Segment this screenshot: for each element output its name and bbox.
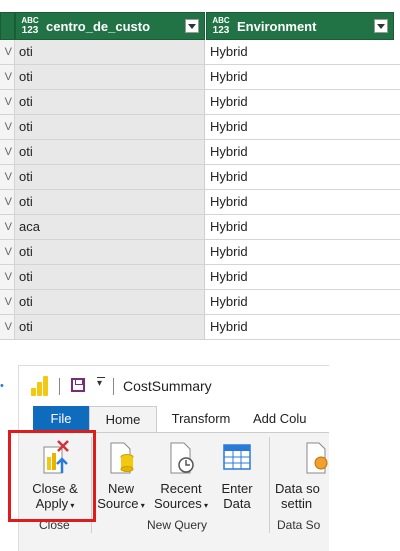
tab-transform[interactable]: Transform [161, 406, 241, 432]
power-query-ribbon: ▾ CostSummary File Home Transform Add Co… [18, 365, 329, 551]
row-marker: V [0, 90, 15, 114]
gear-icon [306, 442, 328, 474]
table-row[interactable]: Voti Hybrid [0, 90, 400, 115]
column-header-environment[interactable]: ABC 123 Environment [206, 12, 394, 40]
tab-add-column[interactable]: Add Colu [253, 406, 329, 432]
cell-environment[interactable]: Hybrid [206, 90, 394, 114]
cell-environment[interactable]: Hybrid [206, 290, 394, 314]
cell-centro-de-custo[interactable]: oti [15, 65, 205, 89]
row-marker: V [0, 140, 15, 164]
group-divider [91, 437, 92, 533]
row-marker: V [0, 65, 15, 89]
row-marker: V [0, 115, 15, 139]
power-bi-logo-icon [31, 376, 49, 396]
cell-centro-de-custo[interactable]: oti [15, 40, 205, 64]
column-name: Environment [237, 18, 317, 34]
cell-environment[interactable]: Hybrid [206, 40, 394, 64]
table-row[interactable]: Voti Hybrid [0, 290, 400, 315]
column-header-centro-de-custo[interactable]: ABC 123 centro_de_custo [15, 12, 205, 40]
new-source-button[interactable]: New Source ▾ [95, 439, 147, 513]
table-row[interactable]: Voti Hybrid [0, 240, 400, 265]
cell-centro-de-custo[interactable]: aca [15, 215, 205, 239]
close-apply-button[interactable]: Close & Apply ▾ [25, 439, 85, 513]
table-row[interactable]: Voti Hybrid [0, 115, 400, 140]
ribbon-tabs: File Home Transform Add Colu [19, 406, 329, 432]
row-marker: V [0, 215, 15, 239]
group-label-data-sources: Data So [277, 518, 321, 532]
cell-centro-de-custo[interactable]: oti [15, 290, 205, 314]
cell-environment[interactable]: Hybrid [206, 215, 394, 239]
table-row[interactable]: Vaca Hybrid [0, 215, 400, 240]
cell-environment[interactable]: Hybrid [206, 115, 394, 139]
table-icon [223, 444, 251, 470]
table-row[interactable]: Voti Hybrid [0, 315, 400, 340]
cell-environment[interactable]: Hybrid [206, 65, 394, 89]
group-label-close: Close [39, 518, 70, 532]
row-marker: V [0, 190, 15, 214]
cell-environment[interactable]: Hybrid [206, 165, 394, 189]
new-source-icon [110, 442, 134, 474]
row-number-header [0, 12, 15, 40]
cell-centro-de-custo[interactable]: oti [15, 140, 205, 164]
group-label-new-query: New Query [147, 518, 208, 532]
data-source-settings-button[interactable]: Data so settin [275, 439, 329, 511]
ribbon-home-band: Close & Apply ▾ Close New Source ▾ Recen… [19, 432, 329, 551]
cell-centro-de-custo[interactable]: oti [15, 115, 205, 139]
table-row[interactable]: Voti Hybrid [0, 40, 400, 65]
window-title: CostSummary [123, 378, 212, 394]
cell-centro-de-custo[interactable]: oti [15, 315, 205, 339]
recent-sources-button[interactable]: Recent Sources ▾ [151, 439, 211, 513]
cell-centro-de-custo[interactable]: oti [15, 190, 205, 214]
table-row[interactable]: Voti Hybrid [0, 165, 400, 190]
text-type-icon[interactable]: ABC 123 [19, 15, 41, 37]
cell-environment[interactable]: Hybrid [206, 240, 394, 264]
grid-rows: Voti Hybrid Voti Hybrid Voti Hybrid Voti Hybrid… [0, 40, 400, 340]
filter-dropdown-icon[interactable] [374, 19, 388, 33]
enter-data-button[interactable]: Enter Data [215, 439, 259, 511]
text-type-icon[interactable]: ABC 123 [210, 15, 232, 37]
cell-centro-de-custo[interactable]: oti [15, 240, 205, 264]
grid-fade [0, 340, 400, 352]
row-marker: V [0, 315, 15, 339]
tab-home[interactable]: Home [89, 406, 157, 432]
cell-environment[interactable]: Hybrid [206, 140, 394, 164]
table-row[interactable]: Voti Hybrid [0, 140, 400, 165]
save-icon[interactable] [71, 378, 85, 392]
cell-environment[interactable]: Hybrid [206, 265, 394, 289]
cell-centro-de-custo[interactable]: oti [15, 165, 205, 189]
filter-dropdown-icon[interactable] [185, 19, 199, 33]
close-apply-icon [43, 440, 69, 474]
title-bar: ▾ CostSummary [19, 366, 329, 406]
cell-centro-de-custo[interactable]: oti [15, 90, 205, 114]
table-row[interactable]: Voti Hybrid [0, 65, 400, 90]
group-divider [269, 437, 270, 533]
data-grid: ABC 123 centro_de_custo ABC 123 Environmen… [0, 0, 400, 352]
column-name: centro_de_custo [46, 18, 151, 34]
recent-sources-icon [170, 442, 194, 474]
divider [59, 378, 60, 395]
table-row[interactable]: Voti Hybrid [0, 265, 400, 290]
table-row[interactable]: Voti Hybrid [0, 190, 400, 215]
row-marker: V [0, 40, 15, 64]
row-marker: V [0, 165, 15, 189]
tab-file[interactable]: File [33, 406, 89, 432]
customize-quick-access-icon[interactable]: ▾ [97, 377, 106, 389]
cell-centro-de-custo[interactable]: oti [15, 265, 205, 289]
row-marker: V [0, 290, 15, 314]
cell-environment[interactable]: Hybrid [206, 315, 394, 339]
cell-environment[interactable]: Hybrid [206, 190, 394, 214]
row-marker: V [0, 265, 15, 289]
edge-marker: • [0, 380, 4, 392]
divider [113, 378, 114, 395]
row-marker: V [0, 240, 15, 264]
